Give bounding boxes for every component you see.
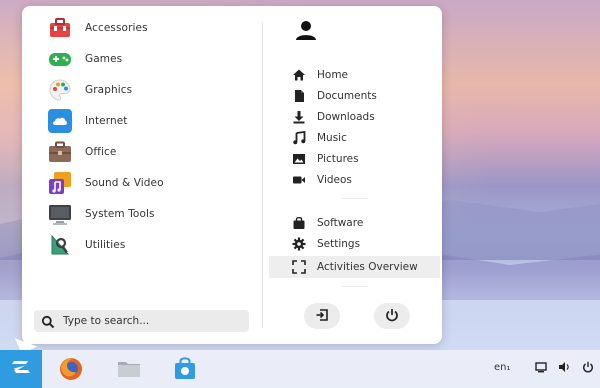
volume-icon[interactable] [558,361,571,376]
system-label: Settings [317,238,361,250]
place-videos[interactable]: Videos [292,171,352,189]
video-icon [292,173,306,187]
category-internet[interactable]: Internet [48,109,128,133]
place-music[interactable]: Music [292,129,347,147]
gear-icon [292,237,306,251]
place-label: Videos [317,174,352,186]
search-input[interactable] [61,314,235,328]
software-taskbar-app[interactable] [172,356,198,382]
start-menu-button[interactable] [0,350,42,388]
system-settings[interactable]: Settings [292,235,360,253]
category-accessories[interactable]: Accessories [48,16,148,40]
search-box[interactable] [34,310,249,332]
system-label: Software [317,217,364,229]
place-downloads[interactable]: Downloads [292,108,375,126]
category-games[interactable]: Games [48,47,122,71]
category-label: Games [85,53,123,65]
keyboard-layout-indicator[interactable]: en₁ [494,362,511,373]
category-label: Utilities [85,239,126,251]
expand-icon [292,260,306,274]
place-documents[interactable]: Documents [292,87,377,105]
palette-icon [48,78,72,102]
category-label: Graphics [85,84,133,96]
place-label: Music [317,132,347,144]
place-home[interactable]: Home [292,66,348,84]
category-office[interactable]: Office [48,140,116,164]
place-label: Home [317,69,349,81]
system-software[interactable]: Software [292,214,363,232]
application-menu: Accessories Games Graphics Internet Offi… [22,6,442,344]
category-label: Sound & Video [85,177,164,189]
image-icon [292,152,306,166]
place-label: Pictures [317,153,359,165]
shopping-bag-icon [292,216,306,230]
category-utilities[interactable]: Utilities [48,233,125,257]
search-icon [41,314,55,329]
briefcase-icon [48,140,72,164]
media-icon [48,171,72,195]
system-label: Activities Overview [317,261,418,273]
zorin-logo-icon [10,356,32,382]
cloud-icon [48,109,72,133]
user-avatar-icon[interactable] [295,19,317,41]
store-bag-icon [172,357,198,386]
utilities-icon [48,233,72,257]
taskbar: en₁ [0,350,600,388]
monitor-icon [48,202,72,226]
category-system-tools[interactable]: System Tools [48,202,155,226]
firefox-taskbar-app[interactable] [58,356,84,382]
home-icon [292,68,306,82]
document-icon [292,89,306,103]
folder-icon [116,362,142,386]
gamepad-icon [48,47,72,71]
section-separator [342,286,368,287]
place-pictures[interactable]: Pictures [292,150,359,168]
download-icon [292,110,306,124]
column-divider [262,22,263,328]
power-icon [385,307,399,326]
category-graphics[interactable]: Graphics [48,78,132,102]
category-label: Accessories [85,22,148,34]
power-button[interactable] [374,303,410,329]
place-label: Documents [317,90,377,102]
logout-button[interactable] [304,303,340,329]
display-icon[interactable] [535,361,547,376]
toolbox-icon [48,16,72,40]
power-status-icon[interactable] [582,361,594,376]
logout-icon [315,307,329,326]
system-activities-overview[interactable]: Activities Overview [292,258,418,276]
files-taskbar-app[interactable] [116,356,142,382]
section-separator [342,198,368,199]
category-label: Office [85,146,117,158]
category-label: Internet [85,115,128,127]
category-sound-video[interactable]: Sound & Video [48,171,164,195]
firefox-icon [58,358,84,386]
category-label: System Tools [85,208,155,220]
music-icon [292,130,306,145]
place-label: Downloads [317,111,375,123]
